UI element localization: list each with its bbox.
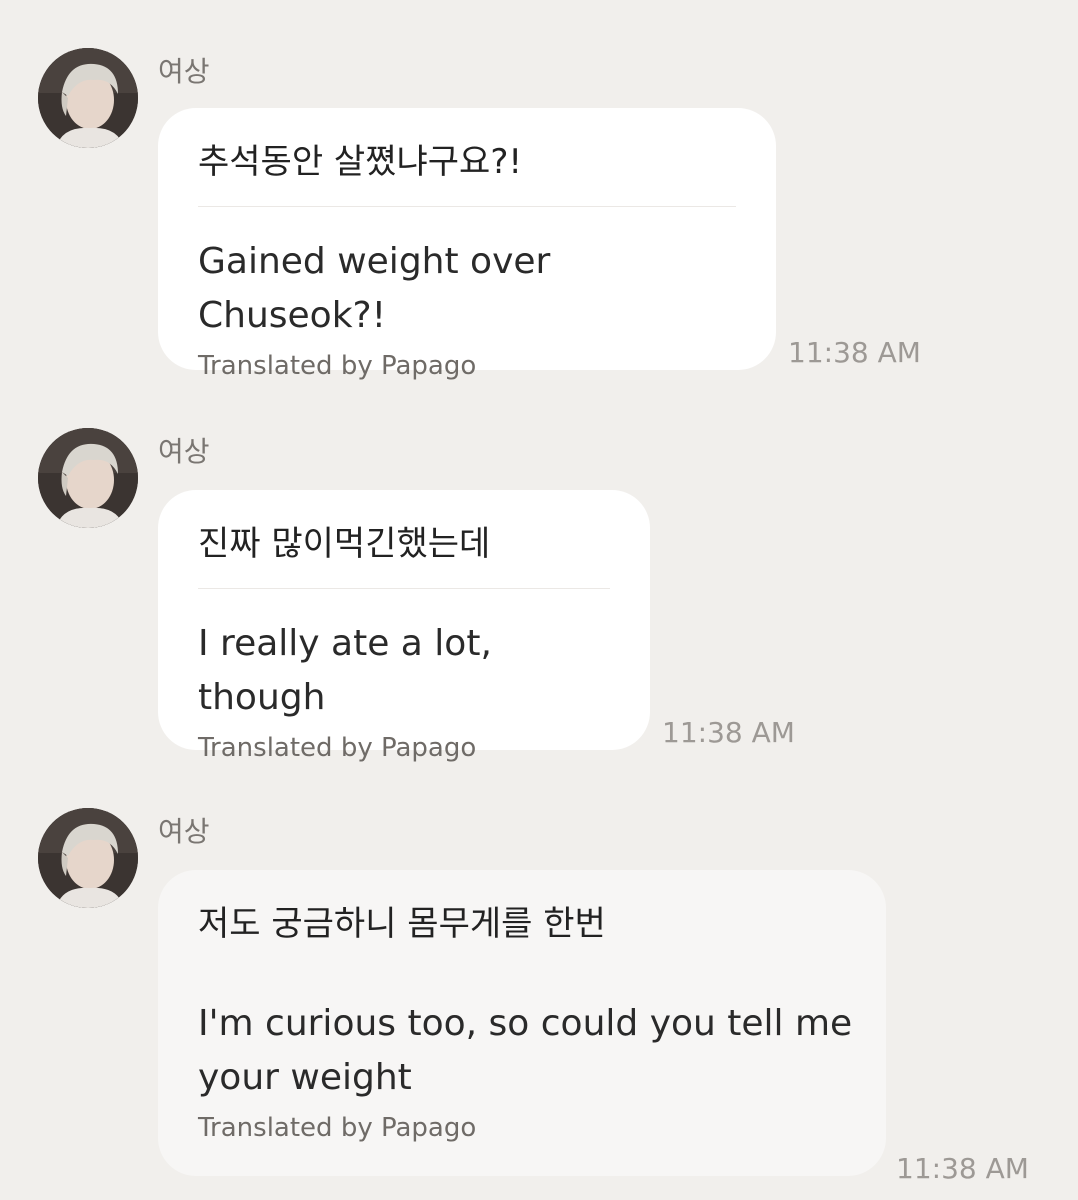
sender-name: 여상 (158, 435, 210, 468)
sender-name: 여상 (158, 815, 210, 848)
profile-photo-icon (38, 48, 138, 148)
profile-photo-icon (38, 428, 138, 528)
chat-thread: 여상 추석동안 살쪘냐구요?! Gained weight over Chuse… (0, 0, 1078, 1200)
translation-credit: Translated by Papago (198, 733, 477, 763)
translation-credit: Translated by Papago (198, 1113, 477, 1143)
original-text: 진짜 많이먹긴했는데 (198, 524, 491, 564)
sender-name: 여상 (158, 55, 210, 88)
message-timestamp: 11:38 AM (788, 336, 921, 369)
translated-text: Gained weight over Chuseok?! (198, 241, 551, 336)
translation-credit: Translated by Papago (198, 351, 477, 381)
sender-avatar[interactable] (38, 428, 138, 528)
translation-divider (198, 968, 846, 969)
sender-avatar[interactable] (38, 808, 138, 908)
translation-divider (198, 206, 736, 207)
profile-photo-icon (38, 808, 138, 908)
sender-avatar[interactable] (38, 48, 138, 148)
message-bubble[interactable]: 진짜 많이먹긴했는데 I really ate a lot, though Tr… (158, 490, 650, 763)
translated-text: I'm curious too, so could you tell me yo… (198, 1003, 853, 1098)
message-bubble[interactable]: 저도 궁금하니 몸무게를 한번 I'm curious too, so coul… (158, 870, 886, 1176)
message-timestamp: 11:38 AM (662, 716, 795, 749)
translated-text: I really ate a lot, though (198, 623, 492, 718)
translation-divider (198, 588, 610, 589)
message-bubble[interactable]: 추석동안 살쪘냐구요?! Gained weight over Chuseok?… (158, 108, 776, 381)
original-text: 저도 궁금하니 몸무게를 한번 (198, 904, 606, 944)
message-timestamp: 11:38 AM (896, 1152, 1029, 1185)
original-text: 추석동안 살쪘냐구요?! (198, 142, 523, 182)
